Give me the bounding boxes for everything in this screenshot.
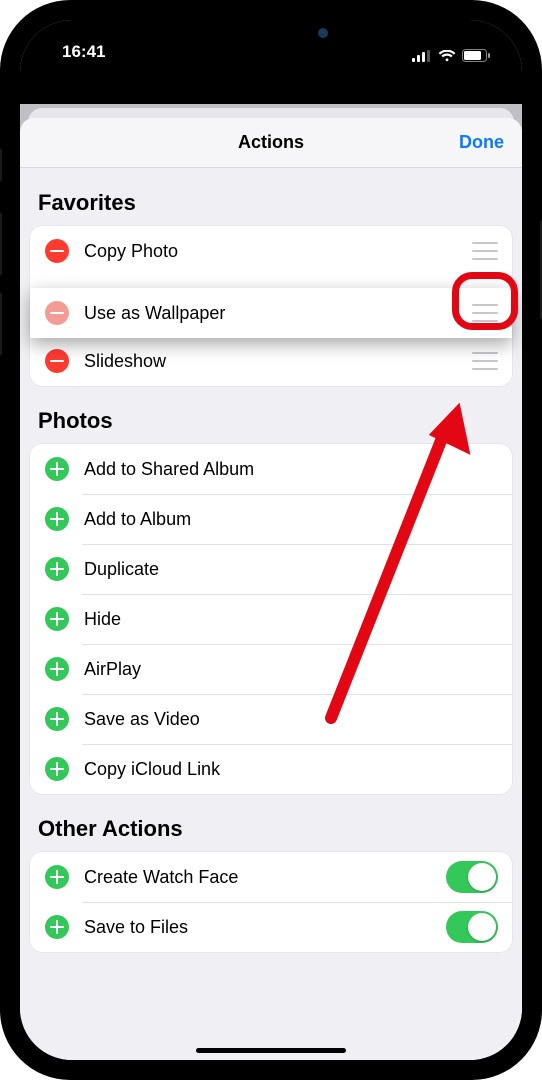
nav-title: Actions: [238, 132, 304, 153]
photos-row-duplicate[interactable]: Duplicate: [30, 544, 512, 594]
other-group: Create Watch Face Save to Files: [30, 852, 512, 952]
volume-up-button: [0, 212, 2, 276]
row-label: Create Watch Face: [84, 867, 438, 888]
photos-group: Add to Shared Album Add to Album Duplica…: [30, 444, 512, 794]
drag-handle-icon[interactable]: [472, 304, 498, 322]
photos-row-hide[interactable]: Hide: [30, 594, 512, 644]
photos-row-add-shared[interactable]: Add to Shared Album: [30, 444, 512, 494]
section-header-favorites: Favorites: [20, 168, 522, 226]
row-label: Add to Album: [84, 509, 498, 530]
device-frame: 16:41 Actions Done Favorites: [0, 0, 542, 1080]
remove-icon[interactable]: [45, 301, 69, 325]
row-label: Copy iCloud Link: [84, 759, 498, 780]
cellular-icon: [412, 50, 432, 62]
row-label: Add to Shared Album: [84, 459, 498, 480]
done-button[interactable]: Done: [459, 132, 504, 153]
other-row-create-watch-face[interactable]: Create Watch Face: [30, 852, 512, 902]
screen: 16:41 Actions Done Favorites: [20, 20, 522, 1060]
mute-switch: [0, 148, 2, 182]
actions-sheet: Actions Done Favorites Copy Photo: [20, 118, 522, 1060]
drag-handle-icon[interactable]: [472, 352, 498, 370]
row-label: Save as Video: [84, 709, 498, 730]
photos-row-add-album[interactable]: Add to Album: [30, 494, 512, 544]
favorites-group: Copy Photo Use as Wallpaper Slideshow: [30, 226, 512, 386]
photos-row-airplay[interactable]: AirPlay: [30, 644, 512, 694]
photos-row-save-video[interactable]: Save as Video: [30, 694, 512, 744]
section-header-photos: Photos: [20, 386, 522, 444]
add-icon[interactable]: [45, 607, 69, 631]
toggle-switch[interactable]: [446, 911, 498, 943]
notch: [166, 20, 376, 50]
remove-icon[interactable]: [45, 349, 69, 373]
add-icon[interactable]: [45, 507, 69, 531]
add-icon[interactable]: [45, 865, 69, 889]
status-time: 16:41: [48, 42, 105, 62]
add-icon[interactable]: [45, 557, 69, 581]
content[interactable]: Favorites Copy Photo Use as Wallpaper: [20, 168, 522, 1060]
nav-bar: Actions Done: [20, 118, 522, 168]
toggle-switch[interactable]: [446, 861, 498, 893]
remove-icon[interactable]: [45, 239, 69, 263]
section-header-other: Other Actions: [20, 794, 522, 852]
camera-dot: [318, 28, 328, 38]
favorites-row-slideshow[interactable]: Slideshow: [30, 336, 512, 386]
add-icon[interactable]: [45, 915, 69, 939]
battery-icon: [462, 49, 490, 62]
row-label: Copy Photo: [84, 241, 464, 262]
under-status: [20, 64, 522, 104]
sheet-backdrop: Actions Done Favorites Copy Photo: [20, 104, 522, 1060]
other-row-save-to-files[interactable]: Save to Files: [30, 902, 512, 952]
add-icon[interactable]: [45, 757, 69, 781]
row-label: Hide: [84, 609, 498, 630]
status-right: [412, 49, 494, 62]
row-label: Save to Files: [84, 917, 438, 938]
row-label: Duplicate: [84, 559, 498, 580]
row-label: AirPlay: [84, 659, 498, 680]
volume-down-button: [0, 292, 2, 356]
add-icon[interactable]: [45, 657, 69, 681]
drag-handle-icon[interactable]: [472, 242, 498, 260]
add-icon[interactable]: [45, 707, 69, 731]
favorites-row-use-as-wallpaper[interactable]: Use as Wallpaper: [30, 288, 512, 338]
wifi-icon: [438, 50, 456, 62]
add-icon[interactable]: [45, 457, 69, 481]
favorites-row-copy-photo[interactable]: Copy Photo: [30, 226, 512, 276]
home-indicator[interactable]: [196, 1048, 346, 1053]
photos-row-copy-icloud[interactable]: Copy iCloud Link: [30, 744, 512, 794]
row-label: Use as Wallpaper: [84, 303, 464, 324]
row-label: Slideshow: [84, 351, 464, 372]
